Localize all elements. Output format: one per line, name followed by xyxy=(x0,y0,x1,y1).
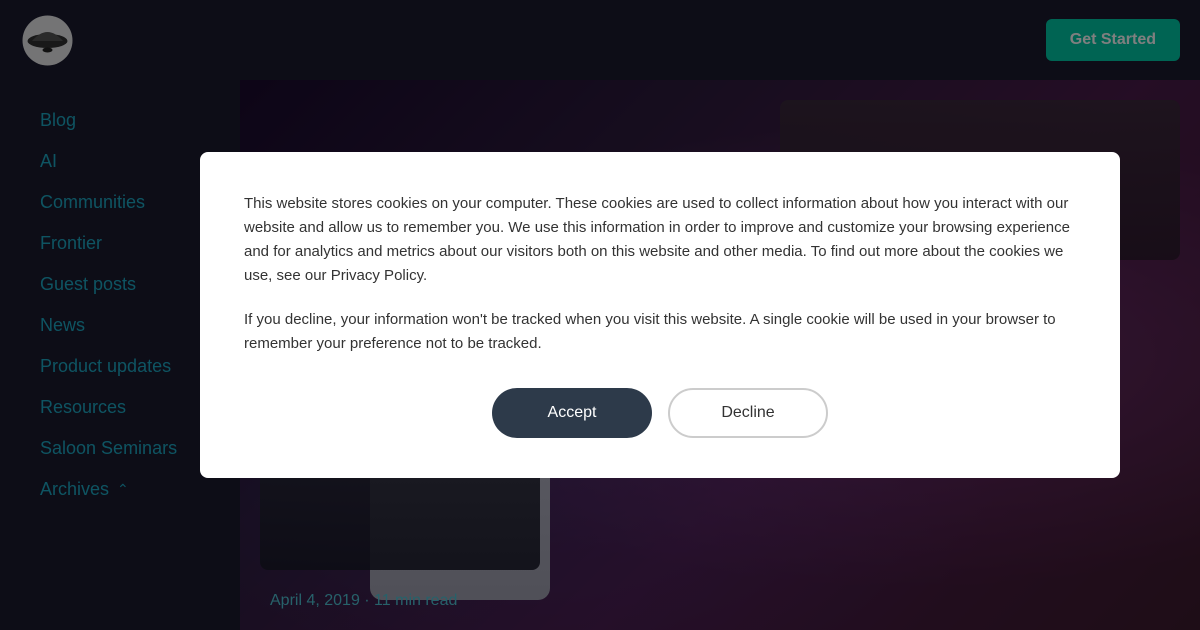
cookie-modal: This website stores cookies on your comp… xyxy=(200,152,1120,478)
cookie-modal-buttons: Accept Decline xyxy=(244,388,1076,438)
cookie-modal-overlay: This website stores cookies on your comp… xyxy=(0,0,1200,630)
cookie-primary-text: This website stores cookies on your comp… xyxy=(244,192,1076,288)
decline-button[interactable]: Decline xyxy=(668,388,828,438)
accept-button[interactable]: Accept xyxy=(492,388,652,438)
cookie-secondary-text: If you decline, your information won't b… xyxy=(244,308,1076,356)
